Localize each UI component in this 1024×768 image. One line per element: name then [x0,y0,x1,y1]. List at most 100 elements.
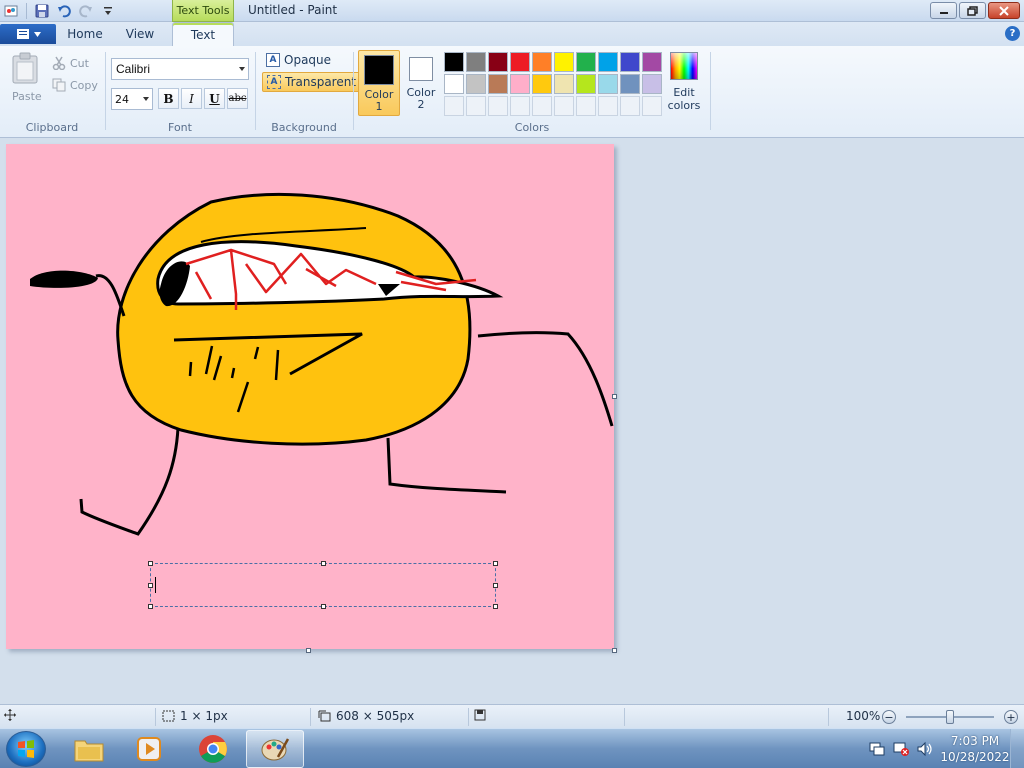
colors-group-label: Colors [514,121,550,134]
taskbar-media-player[interactable] [120,730,178,768]
text-tools-context-label: Text Tools [172,0,234,22]
group-separator [353,52,354,130]
copy-button[interactable]: Copy [52,78,98,92]
network-disconnected-icon[interactable] [892,741,910,757]
clipboard-group: Paste Cut Copy Clipboard [0,48,104,136]
disk-icon [474,709,486,721]
taskbar-paint[interactable] [246,730,304,768]
canvas-resize-handle-right[interactable] [612,394,617,399]
customize-qat-icon[interactable] [99,2,117,20]
chrome-icon [199,735,227,763]
transparent-icon: A [267,75,281,89]
show-desktop-button[interactable] [1010,729,1024,768]
taskbar-explorer[interactable] [60,730,118,768]
taskbar: 7:03 PM 10/28/2022 [0,728,1024,768]
selection-icon [162,710,175,722]
status-separator [828,708,829,726]
ribbon-tabs: Home View Text ? [0,22,1024,46]
copy-label: Copy [70,78,98,92]
opaque-button[interactable]: A Opaque [262,50,335,70]
cigar-shape [30,270,98,288]
paste-label: Paste [12,90,42,103]
selection-size: 1 × 1px [162,709,228,723]
status-separator [468,708,469,726]
font-family-value: Calibri [116,62,151,76]
qat-separator [26,3,27,19]
paste-icon [12,52,38,84]
clock-date: 10/28/2022 [940,750,1010,764]
resize-handle[interactable] [148,561,153,566]
strikethrough-button[interactable]: abc [227,88,248,109]
group-separator [710,52,711,130]
status-separator [624,708,625,726]
media-player-icon [137,737,161,761]
italic-button[interactable]: I [181,88,202,109]
undo-icon[interactable] [55,2,73,20]
paint-menu-button[interactable] [0,24,56,44]
start-button[interactable] [6,731,46,767]
chevron-down-icon [33,31,41,37]
font-size-select[interactable]: 24 [111,88,153,110]
resize-handle[interactable] [321,561,326,566]
file-size [474,709,486,721]
clipboard-group-label: Clipboard [25,121,79,134]
drawing-canvas[interactable] [6,144,614,649]
redo-icon[interactable] [77,2,95,20]
menu-icon [16,29,29,39]
window-controls [930,2,1020,19]
paint-palette-icon [261,738,290,761]
zoom-in-button[interactable]: + [1004,710,1018,724]
resize-handle[interactable] [493,604,498,609]
status-separator [310,708,311,726]
text-input-box[interactable] [148,561,498,609]
minimize-button[interactable] [930,2,957,19]
quick-access-toolbar [2,2,117,20]
canvas-resize-handle-corner[interactable] [612,648,617,653]
zoom-out-button[interactable]: − [882,710,896,724]
restore-button[interactable] [959,2,986,19]
colors-group: Colors [356,48,708,136]
resize-handle[interactable] [493,583,498,588]
taskbar-chrome[interactable] [184,730,242,768]
tab-home[interactable]: Home [60,22,110,46]
tab-text[interactable]: Text [172,22,234,46]
scissors-icon [52,56,66,70]
title-bar: Text Tools Untitled - Paint [0,0,1024,22]
font-size-value: 24 [115,93,129,106]
move-cursor-icon [4,709,16,721]
zoom-slider-thumb[interactable] [946,710,954,724]
bold-button[interactable]: B [158,88,179,109]
chevron-down-icon [143,97,149,101]
paint-app-icon[interactable] [2,2,20,20]
copy-icon [52,78,66,92]
help-icon[interactable]: ? [1005,26,1020,41]
system-tray: 7:03 PM 10/28/2022 [868,729,1024,768]
font-family-select[interactable]: Calibri [111,58,249,80]
transparent-button[interactable]: A Transparent [262,72,362,92]
canvas-resize-handle-bottom[interactable] [306,648,311,653]
ribbon: Paste Cut Copy Clipboard Font Calibri 24… [0,46,1024,138]
background-group-label: Background [271,121,337,134]
paste-button[interactable]: Paste [6,48,48,108]
status-separator [155,708,156,726]
right-arm-line [477,331,614,427]
underline-button[interactable]: U [204,88,225,109]
volume-icon[interactable] [916,741,934,757]
cut-button[interactable]: Cut [52,56,89,70]
right-leg-line [386,437,507,494]
tab-view[interactable]: View [114,22,166,46]
resize-handle[interactable] [148,583,153,588]
folder-icon [74,740,104,762]
left-leg-line [79,427,180,536]
save-icon[interactable] [33,2,51,20]
clock-time: 7:03 PM [950,734,1000,748]
opaque-label: Opaque [284,53,332,67]
action-center-icon[interactable] [868,741,886,757]
image-size-icon [318,710,331,722]
resize-handle[interactable] [148,604,153,609]
resize-handle[interactable] [493,561,498,566]
close-button[interactable] [988,2,1020,19]
resize-handle[interactable] [321,604,326,609]
clock[interactable]: 7:03 PM 10/28/2022 [940,733,1010,765]
text-caret [155,577,156,593]
